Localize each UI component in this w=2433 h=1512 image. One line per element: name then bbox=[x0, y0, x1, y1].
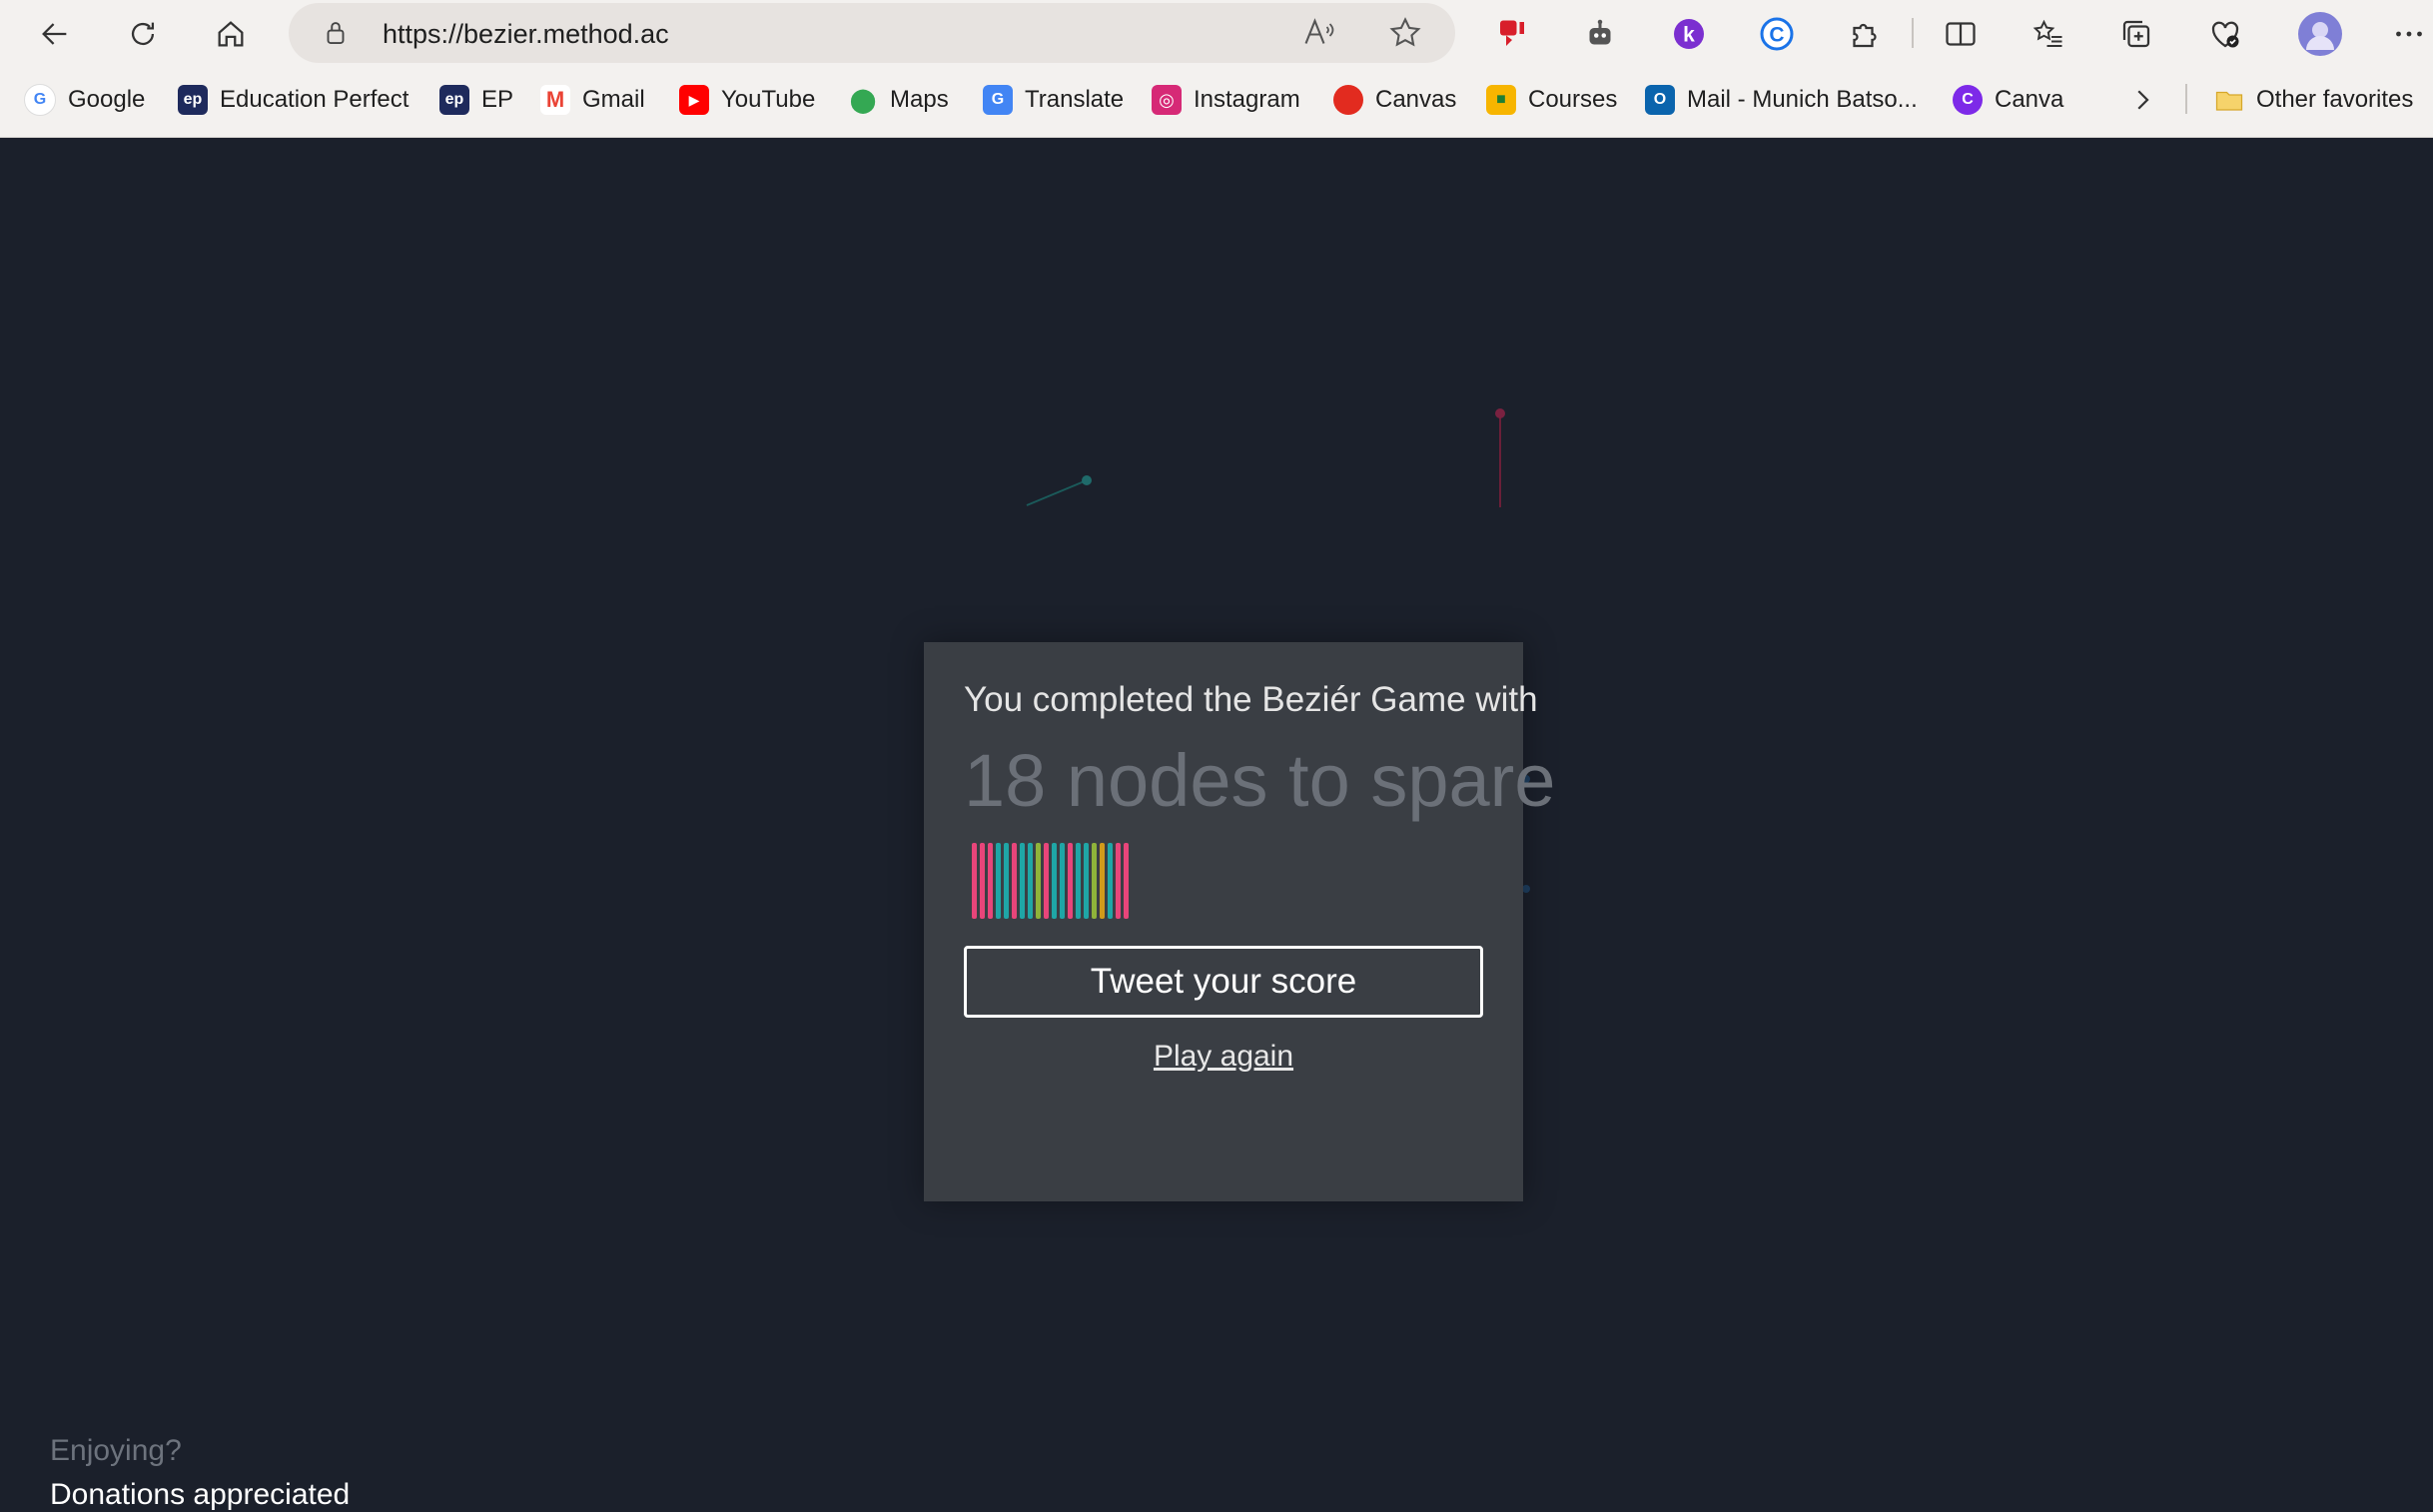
bookmark-canvas[interactable]: Canvas bbox=[1333, 80, 1456, 120]
chevron-right-icon bbox=[2137, 90, 2149, 110]
extension-red-icon[interactable] bbox=[1490, 12, 1534, 56]
more-menu-icon[interactable] bbox=[2387, 12, 2431, 56]
kahoot-extension-icon[interactable]: k bbox=[1667, 12, 1711, 56]
curve-handle-line bbox=[1026, 479, 1088, 506]
url-text[interactable]: https://bezier.method.ac bbox=[383, 3, 669, 65]
google-icon: G bbox=[24, 84, 56, 116]
add-favorite-star-icon[interactable] bbox=[1387, 15, 1423, 51]
refresh-icon bbox=[131, 22, 155, 46]
address-bar[interactable]: https://bezier.method.ac bbox=[289, 3, 1455, 63]
c-extension-icon[interactable]: C bbox=[1755, 12, 1799, 56]
bookmark-google[interactable]: G Google bbox=[24, 80, 145, 120]
level-result-bar bbox=[996, 843, 1001, 919]
level-result-bar bbox=[1100, 843, 1105, 919]
folder-icon bbox=[2214, 85, 2244, 115]
level-result-bar bbox=[980, 843, 985, 919]
toolbar-divider bbox=[1912, 18, 1914, 48]
bookmark-other-favorites[interactable]: Other favorites bbox=[2214, 80, 2413, 120]
profile-avatar[interactable] bbox=[2294, 8, 2346, 60]
play-again-link[interactable]: Play again bbox=[924, 1040, 1523, 1074]
enjoying-text: Enjoying? bbox=[50, 1434, 182, 1467]
bookmark-translate[interactable]: G Translate bbox=[983, 80, 1124, 120]
bookmark-outlook-mail[interactable]: O Mail - Munich Batso... bbox=[1645, 80, 1918, 120]
youtube-icon: ▶ bbox=[679, 85, 709, 115]
level-result-bar bbox=[972, 843, 977, 919]
level-result-bar bbox=[1004, 843, 1009, 919]
level-result-bar bbox=[1116, 843, 1121, 919]
level-result-bar bbox=[1108, 843, 1113, 919]
bookmark-maps[interactable]: ⬤ Maps bbox=[848, 80, 949, 120]
bookmark-gmail[interactable]: M Gmail bbox=[540, 80, 645, 120]
level-result-bar bbox=[1044, 843, 1049, 919]
level-result-bar bbox=[1068, 843, 1073, 919]
bookmark-canva[interactable]: C Canva bbox=[1953, 80, 2063, 120]
back-arrow-icon bbox=[42, 23, 67, 45]
tweet-score-button[interactable]: Tweet your score bbox=[964, 946, 1483, 1018]
svg-text:C: C bbox=[1769, 24, 1784, 47]
split-screen-icon[interactable] bbox=[1939, 12, 1983, 56]
donations-link[interactable]: Donations appreciated bbox=[50, 1478, 350, 1512]
robot-extension-icon[interactable] bbox=[1578, 12, 1622, 56]
canvas-icon bbox=[1333, 85, 1363, 115]
level-result-bar bbox=[1124, 843, 1129, 919]
level-result-bar bbox=[1012, 843, 1017, 919]
ep-icon: ep bbox=[439, 85, 469, 115]
completion-heading: You completed the Beziér Game with bbox=[964, 680, 1538, 719]
curve-node bbox=[1082, 475, 1092, 485]
canva-icon: C bbox=[1953, 85, 1983, 115]
ep-icon: ep bbox=[178, 85, 208, 115]
bookmark-instagram[interactable]: ◎ Instagram bbox=[1152, 80, 1300, 120]
level-result-bar bbox=[1036, 843, 1041, 919]
back-button[interactable] bbox=[31, 10, 79, 58]
refresh-button[interactable] bbox=[119, 10, 167, 58]
home-icon bbox=[218, 21, 244, 47]
game-stage[interactable]: You completed the Beziér Game with 18 no… bbox=[0, 138, 2433, 1511]
svg-text:k: k bbox=[1683, 24, 1695, 47]
bookmark-courses[interactable]: ■ Courses bbox=[1486, 80, 1617, 120]
bookmark-education-perfect[interactable]: ep Education Perfect bbox=[178, 80, 408, 120]
browser-essentials-icon[interactable] bbox=[2203, 12, 2247, 56]
gmail-icon: M bbox=[540, 85, 570, 115]
bookmark-youtube[interactable]: ▶ YouTube bbox=[679, 80, 815, 120]
outlook-icon: O bbox=[1645, 85, 1675, 115]
level-result-bar bbox=[1060, 843, 1065, 919]
level-result-bar bbox=[1092, 843, 1097, 919]
score-text: 18 nodes to spare bbox=[964, 739, 1556, 822]
curve-node bbox=[1495, 408, 1505, 418]
completion-dialog: You completed the Beziér Game with 18 no… bbox=[924, 642, 1555, 1201]
level-result-bar bbox=[1020, 843, 1025, 919]
level-result-bar bbox=[1076, 843, 1081, 919]
home-button[interactable] bbox=[207, 10, 255, 58]
bookmark-ep[interactable]: ep EP bbox=[439, 80, 513, 120]
translate-icon: G bbox=[983, 85, 1013, 115]
instagram-icon: ◎ bbox=[1152, 85, 1182, 115]
courses-icon: ■ bbox=[1486, 85, 1516, 115]
level-result-bar bbox=[1084, 843, 1089, 919]
level-result-bar bbox=[988, 843, 993, 919]
level-results-bars bbox=[972, 843, 1129, 919]
level-result-bar bbox=[1028, 843, 1033, 919]
collections-icon[interactable] bbox=[2114, 12, 2158, 56]
bookmarks-divider bbox=[2185, 84, 2187, 114]
extensions-puzzle-icon[interactable] bbox=[1843, 12, 1887, 56]
bookmarks-overflow-button[interactable] bbox=[2127, 80, 2157, 120]
favorites-list-icon[interactable] bbox=[2027, 12, 2070, 56]
read-aloud-icon[interactable] bbox=[1301, 15, 1337, 51]
level-result-bar bbox=[1052, 843, 1057, 919]
maps-icon: ⬤ bbox=[849, 86, 877, 114]
curve-node bbox=[1522, 885, 1530, 893]
browser-toolbar: https://bezier.method.ac k C G Google ep… bbox=[0, 0, 2433, 138]
lock-icon[interactable] bbox=[321, 17, 351, 49]
